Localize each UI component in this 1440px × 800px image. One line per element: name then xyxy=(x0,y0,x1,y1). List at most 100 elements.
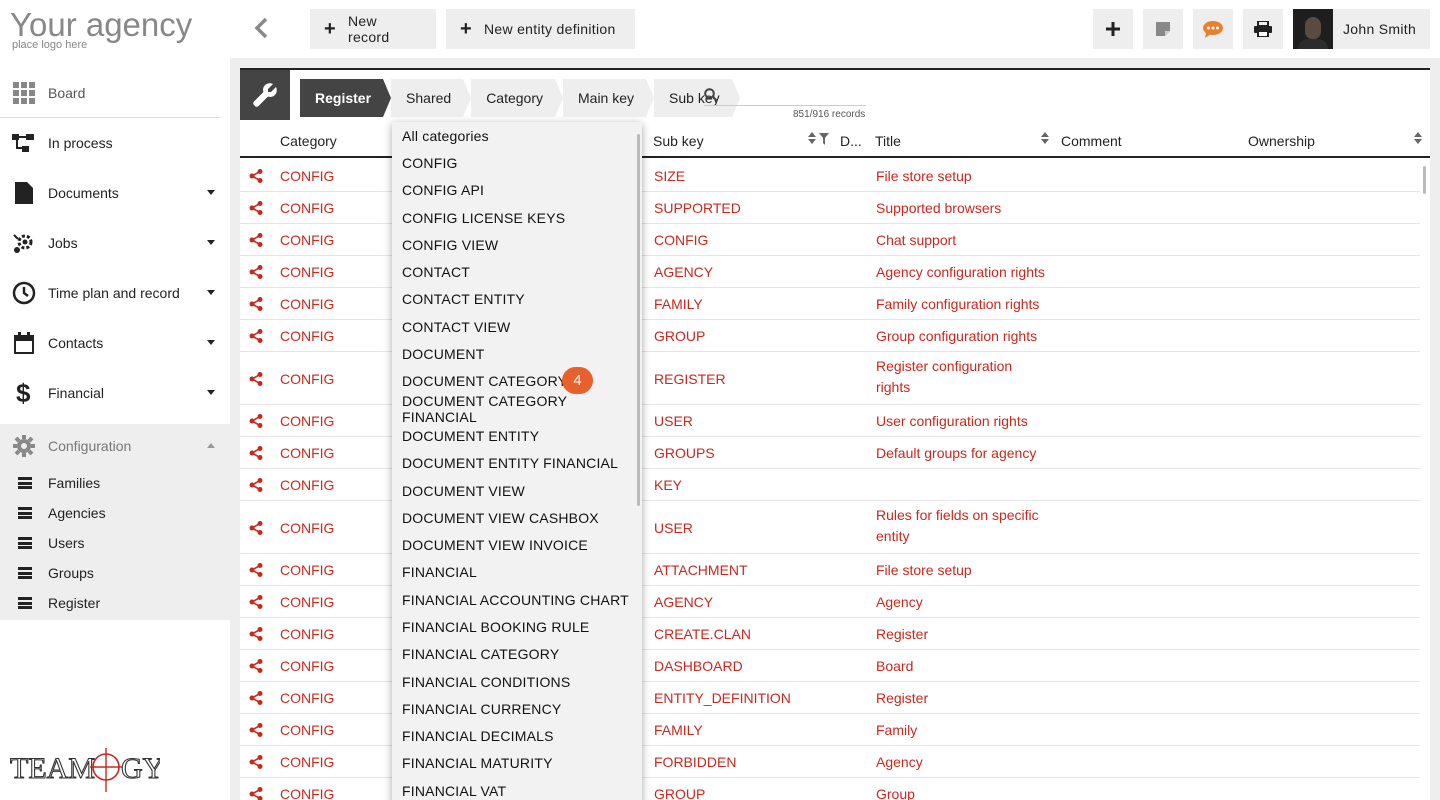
share-icon[interactable] xyxy=(249,201,263,215)
cell-title: Agency xyxy=(876,594,923,610)
cell-title: File store setup xyxy=(876,168,972,184)
sort-icon[interactable] xyxy=(1414,132,1422,146)
sidebar-item-groups[interactable]: Groups xyxy=(0,558,230,588)
user-name: John Smith xyxy=(1343,21,1417,37)
main-nav: Board In process Documents Jobs Time pla… xyxy=(0,68,230,620)
nav-item-time-plan[interactable]: Time plan and record xyxy=(0,268,230,318)
dropdown-option[interactable]: FINANCIAL MATURITY xyxy=(392,750,642,777)
share-icon[interactable] xyxy=(249,595,263,609)
svg-text:$: $ xyxy=(16,380,31,406)
chat-button[interactable] xyxy=(1193,9,1233,49)
dropdown-option[interactable]: FINANCIAL CONDITIONS xyxy=(392,668,642,695)
dropdown-option[interactable]: CONTACT xyxy=(392,258,642,285)
column-comment[interactable]: Comment xyxy=(1061,133,1122,149)
nav-item-documents[interactable]: Documents xyxy=(0,168,230,218)
dropdown-option[interactable]: FINANCIAL xyxy=(392,559,642,586)
cell-category: CONFIG xyxy=(280,786,335,800)
new-record-button[interactable]: + New record xyxy=(310,9,436,49)
dropdown-option[interactable]: FINANCIAL CURRENCY xyxy=(392,695,642,722)
dropdown-option[interactable]: FINANCIAL DECIMALS xyxy=(392,723,642,750)
sort-icon[interactable] xyxy=(1041,132,1049,146)
nav-item-board[interactable]: Board xyxy=(0,68,220,118)
agency-logo[interactable]: Your agency place logo here xyxy=(10,8,192,52)
dropdown-option[interactable]: DOCUMENT ENTITY xyxy=(392,422,642,449)
sidebar-item-users[interactable]: Users xyxy=(0,528,230,558)
nav-item-financial[interactable]: $ Financial xyxy=(0,368,230,418)
dropdown-option[interactable]: DOCUMENT VIEW CASHBOX xyxy=(392,504,642,531)
share-icon[interactable] xyxy=(249,659,263,673)
share-icon[interactable] xyxy=(249,446,263,460)
dropdown-option[interactable]: CONTACT VIEW xyxy=(392,313,642,340)
column-d[interactable]: D... xyxy=(840,133,862,149)
dropdown-option[interactable]: FINANCIAL ACCOUNTING CHART xyxy=(392,586,642,613)
collapse-sidebar-button[interactable] xyxy=(248,14,276,42)
dropdown-option[interactable]: DOCUMENT VIEW xyxy=(392,477,642,504)
share-icon[interactable] xyxy=(249,521,263,535)
chevron-down-icon xyxy=(207,190,215,195)
printer-icon xyxy=(1254,21,1272,37)
notification-badge: 4 xyxy=(562,367,593,394)
dropdown-option[interactable]: CONFIG xyxy=(392,149,642,176)
cell-category: CONFIG xyxy=(280,200,335,216)
share-icon[interactable] xyxy=(249,755,263,769)
nav-item-configuration[interactable]: Configuration xyxy=(0,424,230,468)
new-entity-definition-button[interactable]: + New entity definition xyxy=(446,9,635,49)
dropdown-option[interactable]: DOCUMENT VIEW INVOICE xyxy=(392,531,642,558)
dropdown-option[interactable]: CONFIG VIEW xyxy=(392,231,642,258)
dropdown-option[interactable]: FINANCIAL CATEGORY xyxy=(392,641,642,668)
nav-item-jobs[interactable]: Jobs xyxy=(0,218,230,268)
dropdown-option[interactable]: DOCUMENT xyxy=(392,340,642,367)
dropdown-option[interactable]: FINANCIAL BOOKING RULE xyxy=(392,613,642,640)
breadcrumb-main-key[interactable]: Main key xyxy=(563,79,655,117)
share-icon[interactable] xyxy=(249,329,263,343)
share-icon[interactable] xyxy=(249,787,263,800)
share-icon[interactable] xyxy=(249,169,263,183)
dropdown-option[interactable]: CONFIG API xyxy=(392,177,642,204)
breadcrumb-register[interactable]: Register xyxy=(300,79,392,117)
column-category[interactable]: Category xyxy=(280,133,337,149)
cell-category: CONFIG xyxy=(280,690,335,706)
cell-title: Group configuration rights xyxy=(876,328,1038,344)
table-scrollbar[interactable] xyxy=(1423,166,1426,194)
filter-icon[interactable] xyxy=(819,133,829,145)
share-icon[interactable] xyxy=(249,414,263,428)
print-button[interactable] xyxy=(1243,9,1283,49)
dropdown-option[interactable]: FINANCIAL VAT xyxy=(392,777,642,800)
column-ownership[interactable]: Ownership xyxy=(1248,133,1315,149)
share-icon[interactable] xyxy=(249,297,263,311)
sidebar-item-label: Families xyxy=(48,475,101,491)
dropdown-scrollbar[interactable] xyxy=(637,134,640,506)
new-entity-definition-label: New entity definition xyxy=(483,21,616,37)
share-icon[interactable] xyxy=(249,563,263,577)
breadcrumb-shared[interactable]: Shared xyxy=(391,79,472,117)
search-input[interactable] xyxy=(724,87,854,102)
dropdown-option[interactable]: DOCUMENT CATEGORY FINANCIAL xyxy=(392,393,642,425)
share-icon[interactable] xyxy=(249,265,263,279)
column-title[interactable]: Title xyxy=(875,133,901,149)
share-icon[interactable] xyxy=(249,723,263,737)
clock-icon xyxy=(12,281,36,305)
cell-title: Family xyxy=(876,722,918,738)
dropdown-option[interactable]: DOCUMENT CATEGORY xyxy=(392,368,642,395)
share-icon[interactable] xyxy=(249,233,263,247)
cell-sub-key: GROUP xyxy=(654,786,706,800)
share-icon[interactable] xyxy=(249,691,263,705)
sidebar-item-register[interactable]: Register xyxy=(0,588,230,618)
notes-button[interactable] xyxy=(1143,9,1183,49)
nav-item-in-process[interactable]: In process xyxy=(0,118,230,168)
share-icon[interactable] xyxy=(249,627,263,641)
user-menu[interactable]: John Smith xyxy=(1293,9,1430,49)
add-button[interactable] xyxy=(1093,9,1133,49)
sort-icon[interactable] xyxy=(808,132,816,146)
sidebar-item-agencies[interactable]: Agencies xyxy=(0,498,230,528)
sidebar-item-families[interactable]: Families xyxy=(0,468,230,498)
share-icon[interactable] xyxy=(249,478,263,492)
share-icon[interactable] xyxy=(249,372,263,386)
nav-item-contacts[interactable]: Contacts xyxy=(0,318,230,368)
dropdown-option[interactable]: All categories xyxy=(392,122,642,149)
dropdown-option[interactable]: CONFIG LICENSE KEYS xyxy=(392,204,642,231)
dropdown-option[interactable]: CONTACT ENTITY xyxy=(392,286,642,313)
breadcrumb-category[interactable]: Category xyxy=(471,79,563,117)
column-sub-key[interactable]: Sub key xyxy=(653,133,704,149)
dropdown-option[interactable]: DOCUMENT ENTITY FINANCIAL xyxy=(392,450,642,477)
